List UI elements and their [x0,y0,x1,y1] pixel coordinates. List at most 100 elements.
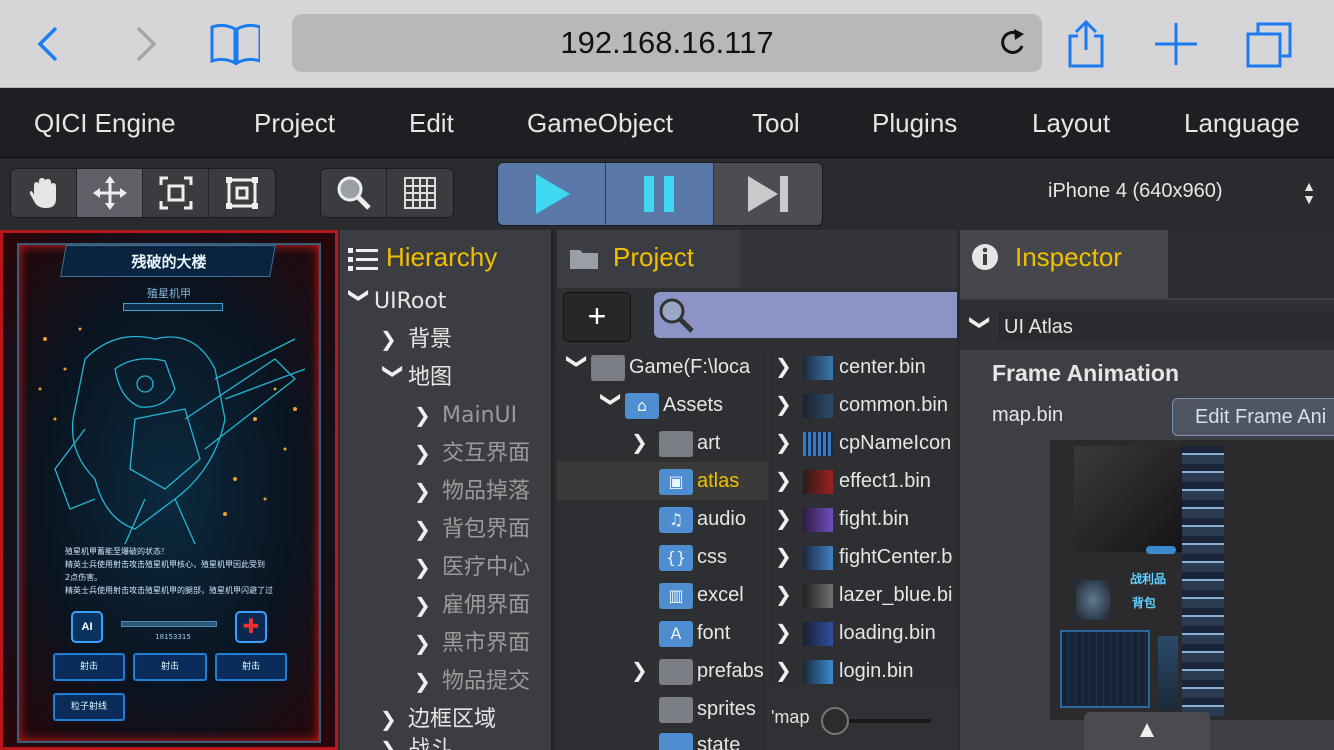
play-button[interactable] [498,163,606,225]
panel-toggle-tab[interactable]: ▲ [1084,712,1210,750]
component-header[interactable]: ❯ UI Atlas [960,300,1334,350]
back-icon[interactable] [24,18,76,70]
chevron-right-icon[interactable]: ❯ [775,462,803,500]
chevron-down-icon[interactable]: ❯ [341,287,379,315]
tree-folder-atlas[interactable]: ▣ atlas [557,462,767,500]
medkit-icon[interactable]: ✚ [235,611,267,643]
menu-project[interactable]: Project [254,88,335,158]
tree-item-interaction[interactable]: ❯ 交互界面 [414,434,530,472]
tabs-icon[interactable] [1244,18,1296,70]
tree-item-battle[interactable]: ❯ 战斗 [380,730,452,750]
chevron-right-icon[interactable]: ❯ [631,652,659,690]
add-asset-button[interactable]: + [563,292,631,342]
chevron-right-icon[interactable]: ❯ [631,424,659,462]
ai-toggle-button[interactable]: AI [71,611,103,643]
tree-item-blackmarket[interactable]: ❯ 黑市界面 [414,624,530,662]
tree-item-bag[interactable]: ❯ 背包界面 [414,510,530,548]
grid-tool-button[interactable] [387,169,453,217]
tree-folder-state[interactable]: state [659,726,740,750]
particle-ray-button[interactable]: 粒子射线 [53,693,125,721]
bookmarks-icon[interactable] [208,18,260,70]
tree-item-map[interactable]: ❯地图 [380,358,452,396]
menu-qici-engine[interactable]: QICI Engine [34,88,176,158]
asset-item[interactable]: ❯ loading.bin [775,614,936,652]
tree-item-hire[interactable]: ❯ 雇佣界面 [414,586,530,624]
chevron-right-icon[interactable]: ❯ [414,472,442,510]
asset-item[interactable]: ❯ effect1.bin [775,462,931,500]
scale-tool-button[interactable] [143,169,209,217]
menu-layout[interactable]: Layout [1032,88,1110,158]
chevron-right-icon[interactable]: ❯ [775,500,803,538]
tree-item-mainui[interactable]: ❯ MainUI [414,396,517,434]
tree-item-medical[interactable]: ❯ 医疗中心 [414,548,530,586]
tree-folder-css[interactable]: {} css [659,538,727,576]
tree-item-drops[interactable]: ❯ 物品掉落 [414,472,530,510]
tree-folder-font[interactable]: Afont [659,614,730,652]
search-icon [659,298,694,333]
shoot-button-3[interactable]: 射击 [215,653,287,681]
chevron-right-icon[interactable]: ❯ [414,396,442,434]
tree-item-submit[interactable]: ❯ 物品提交 [414,662,530,700]
chevron-down-icon[interactable]: ❯ [968,314,993,331]
chevron-right-icon[interactable]: ❯ [414,510,442,548]
tree-folder-excel[interactable]: ▥ excel [659,576,744,614]
project-tab[interactable]: Project [557,230,740,288]
share-icon[interactable] [1060,18,1112,70]
inspector-tab[interactable]: Inspector [960,230,1168,298]
chevron-right-icon[interactable]: ❯ [775,538,803,576]
edit-frame-animation-button[interactable]: Edit Frame Ani [1172,398,1334,436]
pause-icon [643,176,674,212]
chevron-right-icon[interactable]: ❯ [414,662,442,700]
chevron-right-icon[interactable]: ❯ [414,586,442,624]
zoom-tool-button[interactable] [321,169,387,217]
menu-gameobject[interactable]: GameObject [527,88,673,158]
tree-folder-prefabs[interactable]: ❯ prefabs [631,652,764,690]
address-bar[interactable]: 192.168.16.117 [292,14,1042,72]
menu-edit[interactable]: Edit [409,88,454,158]
rect-tool-button[interactable] [209,169,275,217]
device-selector[interactable]: iPhone 4 (640x960) ▲ ▼ [960,158,1334,230]
asset-search-input[interactable] [654,292,957,338]
chevron-right-icon[interactable]: ❯ [775,614,803,652]
chevron-right-icon[interactable]: ❯ [414,434,442,472]
chevron-right-icon[interactable]: ❯ [775,576,803,614]
size-slider-handle[interactable] [821,707,849,735]
reload-icon[interactable] [998,26,1028,66]
forward-icon[interactable] [118,18,170,70]
asset-item[interactable]: ❯ fightCenter.b [775,538,952,576]
asset-item[interactable]: ❯ fight.bin [775,500,909,538]
asset-item[interactable]: ❯ common.bin [775,386,948,424]
asset-item[interactable]: ❯ center.bin [775,348,926,386]
tree-folder-sprites[interactable]: sprites [659,690,756,728]
chevron-right-icon[interactable]: ❯ [380,320,408,358]
move-tool-button[interactable] [77,169,143,217]
menu-tool[interactable]: Tool [752,88,800,158]
chevron-right-icon[interactable]: ❯ [775,348,803,386]
tree-item-uiroot[interactable]: ❯UIRoot [346,282,446,320]
tree-folder-audio[interactable]: ♫ audio [659,500,746,538]
tree-folder-assets[interactable]: ❯ ⌂ Assets [597,386,723,424]
tree-folder-game[interactable]: ❯ Game(F:\loca [563,348,750,386]
chevron-right-icon[interactable]: ❯ [414,548,442,586]
shoot-button-2[interactable]: 射击 [133,653,207,681]
tree-folder-art[interactable]: ❯ art [631,424,720,462]
chevron-right-icon[interactable]: ❯ [380,730,408,750]
browser-bar: 192.168.16.117 [0,0,1334,88]
asset-item[interactable]: ❯ cpNameIcon [775,424,951,462]
chevron-right-icon[interactable]: ❯ [775,386,803,424]
pause-button[interactable] [606,163,714,225]
hand-tool-button[interactable] [11,169,77,217]
asset-item[interactable]: ❯ lazer_blue.bi [775,576,952,614]
atlas-sprite [1146,546,1176,554]
new-tab-icon[interactable] [1150,18,1202,70]
shoot-button-1[interactable]: 射击 [53,653,125,681]
chevron-down-icon[interactable]: ❯ [375,363,413,391]
chevron-right-icon[interactable]: ❯ [414,624,442,662]
menu-language[interactable]: Language [1184,88,1300,158]
tree-item-bg[interactable]: ❯ 背景 [380,320,452,358]
chevron-right-icon[interactable]: ❯ [775,424,803,462]
menu-plugins[interactable]: Plugins [872,88,957,158]
step-button[interactable] [714,163,822,225]
game-preview[interactable]: 残破的大楼 殖星机甲 殖星机甲蓄能至爆破的状态！ 精英士兵使用射击攻击殖星机甲核… [0,230,338,750]
atlas-thumbnail [803,583,833,608]
